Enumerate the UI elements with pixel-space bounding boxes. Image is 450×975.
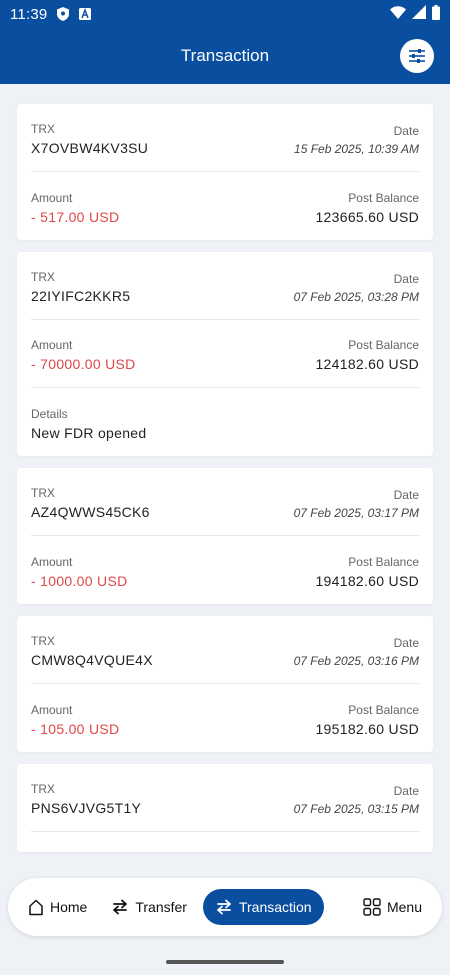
date-label: Date	[393, 784, 419, 798]
post-balance-label: Post Balance	[348, 191, 419, 205]
transaction-icon	[217, 899, 231, 915]
transaction-card[interactable]: TRX 22IYIFC2KKR5 Date 07 Feb 2025, 03:28 P…	[17, 252, 433, 456]
transaction-card[interactable]: TRX AZ4QWWS45CK6 Date 07 Feb 2025, 03:17 P…	[17, 468, 433, 604]
nav-transaction-label: Transaction	[238, 899, 312, 915]
trx-label: TRX	[31, 782, 55, 796]
amount-row: Amount - 70000.00 USD Post Balance 124182.…	[31, 320, 419, 388]
trx-row: TRX X7OVBW4KV3SU Date 15 Feb 2025, 10:39 A…	[31, 104, 419, 172]
trx-label: TRX	[31, 486, 55, 500]
text-a-icon	[79, 8, 92, 20]
date-label: Date	[393, 272, 419, 286]
amount-row: Amount - 105.00 USD Post Balance 195182.60…	[31, 684, 419, 752]
post-balance: 123665.60 USD	[315, 209, 419, 225]
amount-label: Amount	[31, 191, 73, 205]
nav-home-label: Home	[50, 899, 88, 915]
amount-row: Amount - 517.00 USD Post Balance 123665.60…	[31, 172, 419, 240]
trx-label: TRX	[31, 634, 55, 648]
post-balance: 195182.60 USD	[315, 721, 419, 737]
battery-icon	[432, 4, 440, 24]
app-bar: Transaction	[0, 28, 450, 84]
filter-button[interactable]	[400, 39, 434, 73]
nav-transfer[interactable]: Transfer	[101, 889, 197, 925]
wifi-icon	[390, 5, 406, 23]
trx-id: X7OVBW4KV3SU	[31, 140, 149, 156]
home-indicator	[166, 960, 284, 964]
trx-date: 07 Feb 2025, 03:28 PM	[293, 290, 419, 304]
status-bar: 11:39	[0, 0, 450, 28]
trx-date: 15 Feb 2025, 10:39 AM	[294, 142, 419, 156]
trx-id: CMW8Q4VQUE4X	[31, 652, 153, 668]
date-label: Date	[393, 488, 419, 502]
transaction-card[interactable]: TRX CMW8Q4VQUE4X Date 07 Feb 2025, 03:16 P…	[17, 616, 433, 752]
amount-label: Amount	[31, 555, 73, 569]
trx-date: 07 Feb 2025, 03:15 PM	[293, 802, 419, 816]
amount-row: Amount - 1000.00 USD Post Balance 194182.6…	[31, 536, 419, 604]
trx-label: TRX	[31, 270, 55, 284]
transaction-list[interactable]: TRX X7OVBW4KV3SU Date 15 Feb 2025, 10:39 A…	[0, 84, 450, 975]
nav-menu[interactable]: Menu	[353, 889, 432, 925]
grid-icon	[363, 898, 381, 916]
nav-home[interactable]: Home	[18, 889, 97, 925]
post-balance-label: Post Balance	[348, 338, 419, 352]
status-time: 11:39	[10, 5, 48, 23]
sliders-icon	[409, 49, 425, 63]
trx-details: New FDR opened	[31, 425, 147, 441]
nav-menu-label: Menu	[386, 899, 422, 915]
date-label: Date	[393, 124, 419, 138]
page-title: Transaction	[180, 46, 270, 65]
date-label: Date	[393, 636, 419, 650]
post-balance: 124182.60 USD	[315, 356, 419, 372]
trx-amount: - 1000.00 USD	[31, 573, 128, 589]
trx-row: TRX 22IYIFC2KKR5 Date 07 Feb 2025, 03:28 P…	[31, 252, 419, 320]
details-label: Details	[31, 407, 68, 421]
trx-id: PNS6VJVG5T1Y	[31, 800, 142, 816]
signal-icon	[412, 5, 426, 23]
trx-date: 07 Feb 2025, 03:16 PM	[293, 654, 419, 668]
amount-row	[31, 832, 419, 852]
trx-row: TRX PNS6VJVG5T1Y Date 07 Feb 2025, 03:15 P…	[31, 764, 419, 832]
transaction-card[interactable]: TRX PNS6VJVG5T1Y Date 07 Feb 2025, 03:15 P…	[17, 764, 433, 852]
bottom-nav: Home Transfer Transaction Menu	[8, 878, 442, 936]
nav-transfer-label: Transfer	[135, 899, 187, 915]
amount-label: Amount	[31, 703, 73, 717]
trx-amount: - 70000.00 USD	[31, 356, 136, 372]
trx-row: TRX CMW8Q4VQUE4X Date 07 Feb 2025, 03:16 P…	[31, 616, 419, 684]
shield-icon	[57, 7, 70, 21]
nav-transaction[interactable]: Transaction	[202, 889, 324, 925]
post-balance-label: Post Balance	[348, 703, 419, 717]
details-row: Details New FDR opened	[31, 388, 419, 456]
post-balance: 194182.60 USD	[315, 573, 419, 589]
transfer-icon	[113, 899, 128, 915]
trx-row: TRX AZ4QWWS45CK6 Date 07 Feb 2025, 03:17 P…	[31, 468, 419, 536]
trx-amount: - 105.00 USD	[31, 721, 120, 737]
trx-amount: - 517.00 USD	[31, 209, 120, 225]
trx-id: 22IYIFC2KKR5	[31, 288, 131, 304]
transaction-card[interactable]: TRX X7OVBW4KV3SU Date 15 Feb 2025, 10:39 A…	[17, 104, 433, 240]
amount-label: Amount	[31, 338, 73, 352]
home-icon	[29, 899, 43, 915]
trx-id: AZ4QWWS45CK6	[31, 504, 150, 520]
trx-date: 07 Feb 2025, 03:17 PM	[293, 506, 419, 520]
post-balance-label: Post Balance	[348, 555, 419, 569]
trx-label: TRX	[31, 122, 55, 136]
